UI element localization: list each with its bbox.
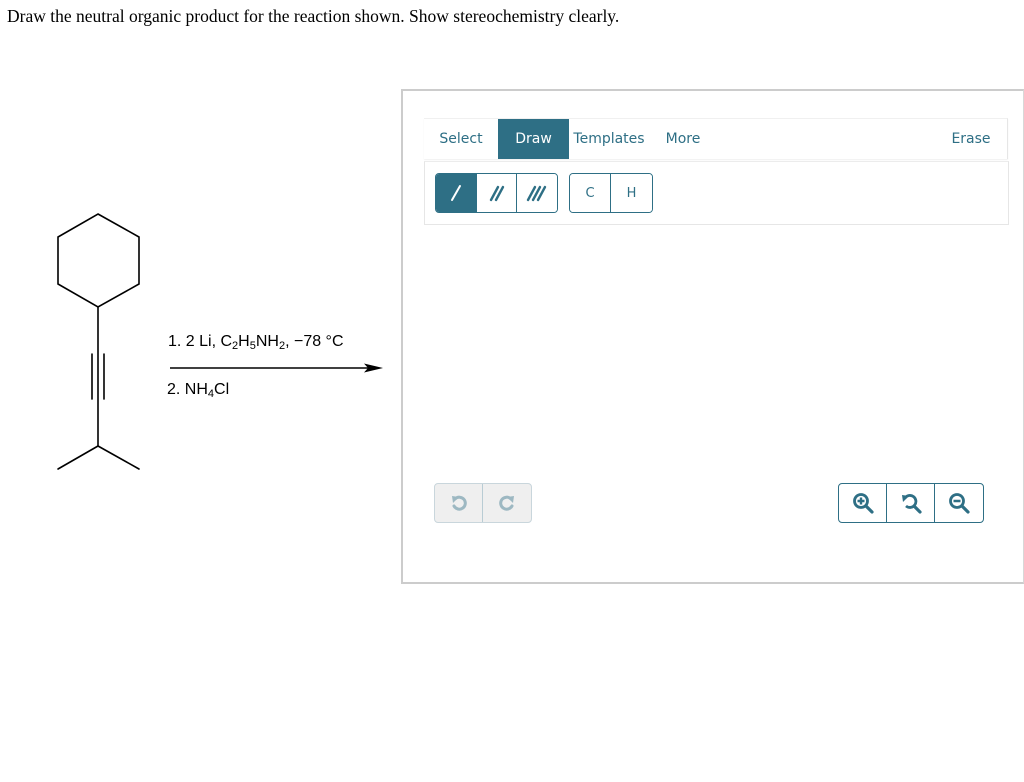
reactant-structure: [57, 213, 140, 470]
tab-draw[interactable]: Draw: [498, 119, 569, 159]
isopropyl-right-methyl: [97, 445, 140, 470]
bond-tools: [435, 173, 558, 213]
history-controls: [434, 483, 532, 523]
double-bond-icon: [489, 185, 504, 202]
tab-select[interactable]: Select: [424, 119, 498, 159]
atom-hydrogen-button[interactable]: H: [611, 174, 652, 212]
undo-button[interactable]: [435, 484, 483, 522]
redo-icon: [499, 495, 514, 511]
atom-tools: C H: [569, 173, 653, 213]
zoom-in-icon: [852, 493, 874, 514]
reaction-arrow: [170, 363, 383, 373]
single-bond-icon: [451, 185, 461, 201]
single-bond-button[interactable]: [436, 174, 477, 212]
triple-bond-button[interactable]: [517, 174, 557, 212]
reagent-text: NH: [255, 333, 279, 350]
double-bond-button[interactable]: [477, 174, 517, 212]
zoom-in-button[interactable]: [839, 484, 887, 522]
triple-bond-icon: [526, 185, 547, 202]
erase-button[interactable]: Erase: [949, 119, 993, 159]
zoom-controls: [838, 483, 984, 523]
zoom-out-button[interactable]: [935, 484, 983, 522]
reagent-text: , −78 °C: [285, 333, 344, 350]
tab-more[interactable]: More: [655, 119, 711, 159]
reagent-text: 1. 2 Li, C: [168, 333, 233, 350]
reagent-step-1: 1. 2 Li, C2H5NH2, −78 °C: [168, 333, 344, 352]
tab-templates[interactable]: Templates: [570, 119, 648, 159]
redo-button[interactable]: [483, 484, 531, 522]
editor-tab-bar: Select Draw Templates More Erase: [424, 118, 1008, 159]
isopropyl-left-methyl: [57, 445, 99, 470]
reagent-step-2: 2. NH4Cl: [167, 381, 230, 400]
zoom-reset-button[interactable]: [887, 484, 935, 522]
reaction-scheme: [57, 213, 383, 470]
reagent-text: H: [238, 333, 250, 350]
undo-icon: [451, 495, 467, 511]
zoom-reset-icon: [901, 494, 922, 514]
cyclohexane-ring: [57, 213, 140, 308]
zoom-out-icon: [949, 493, 970, 514]
atom-carbon-button[interactable]: C: [570, 174, 611, 212]
draw-toolbar: C H: [424, 161, 1009, 225]
reagent-text: Cl: [214, 381, 230, 398]
structure-editor: Select Draw Templates More Erase C H: [401, 89, 1024, 584]
reagent-text: 2. NH: [167, 381, 208, 398]
